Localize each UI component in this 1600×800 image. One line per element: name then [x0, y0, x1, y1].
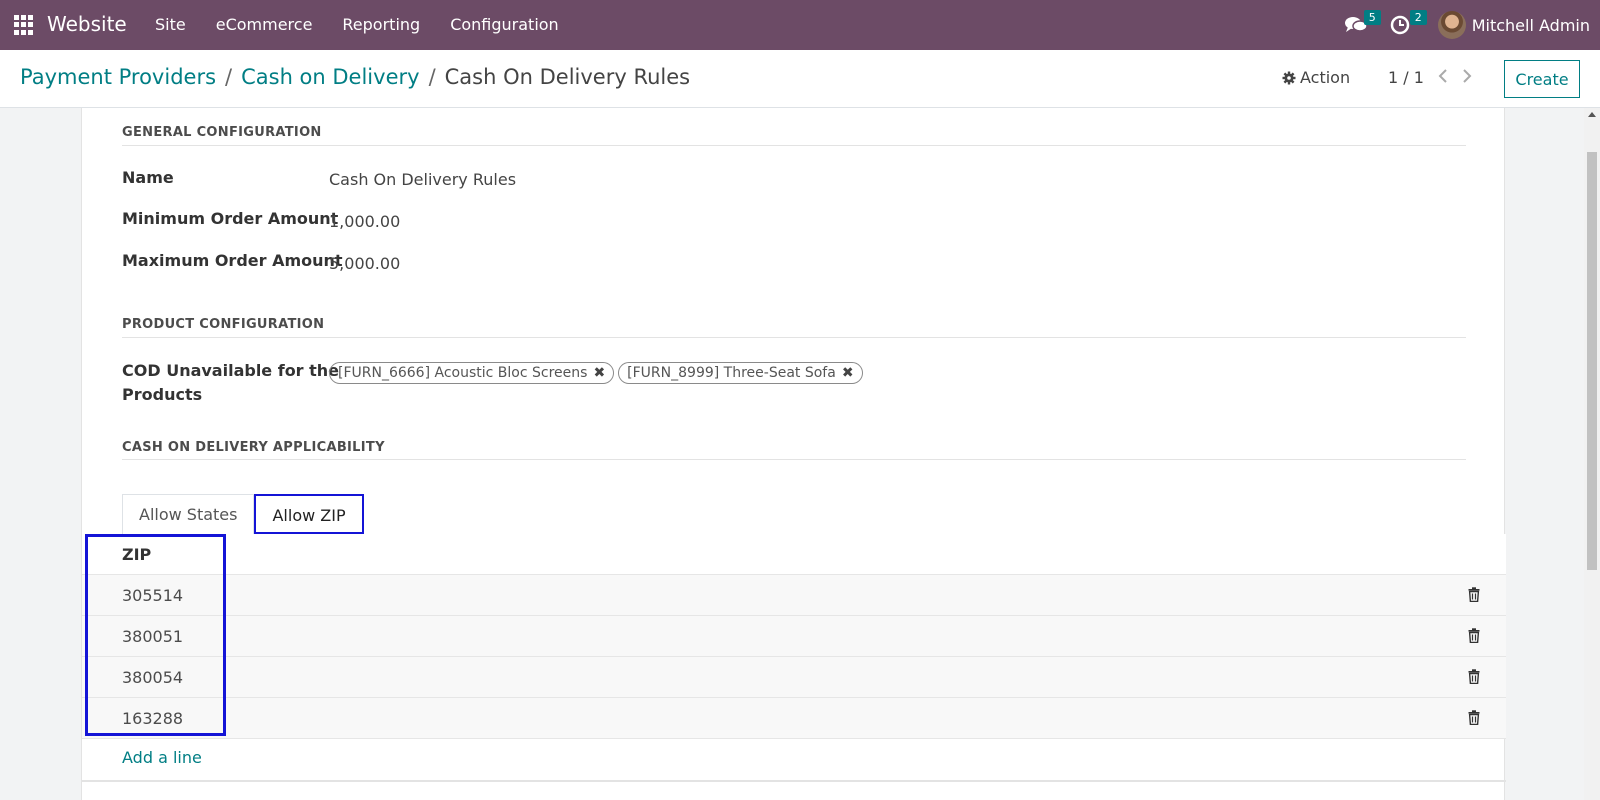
main-menu: Site eCommerce Reporting Configuration: [140, 0, 574, 50]
user-avatar[interactable]: [1437, 11, 1466, 39]
zip-cell[interactable]: 305514: [122, 575, 183, 616]
tab-allow-states[interactable]: Allow States: [122, 494, 255, 534]
table-header-row: ZIP: [82, 534, 1506, 575]
name-field[interactable]: Cash On Delivery Rules: [329, 170, 516, 189]
add-line-link[interactable]: Add a line: [122, 748, 202, 767]
vertical-scrollbar[interactable]: [1584, 108, 1600, 800]
name-label: Name: [122, 168, 174, 187]
zip-cell[interactable]: 380051: [122, 616, 183, 657]
control-panel: Payment Providers / Cash on Delivery / C…: [0, 50, 1600, 108]
products-many2many-tags[interactable]: [FURN_6666] Acoustic Bloc Screens ✖ [FUR…: [329, 362, 863, 384]
cod-applicability-title: CASH ON DELIVERY APPLICABILITY: [122, 440, 385, 455]
table-row[interactable]: 380051: [82, 616, 1506, 657]
pager-value[interactable]: 1 / 1: [1388, 68, 1424, 87]
chevron-left-icon[interactable]: [1438, 68, 1448, 84]
breadcrumb-separator: /: [428, 65, 436, 89]
pager-nav: [1438, 68, 1472, 84]
table-row[interactable]: 163288: [82, 698, 1506, 739]
min-amount-field[interactable]: 1,000.00: [329, 212, 400, 231]
messaging-menu[interactable]: 5: [1344, 0, 1381, 50]
user-name[interactable]: Mitchell Admin: [1472, 16, 1590, 35]
clock-icon: [1390, 15, 1409, 35]
activity-menu[interactable]: 2: [1390, 0, 1427, 50]
remove-tag-icon[interactable]: ✖: [593, 365, 605, 381]
action-label: Action: [1300, 68, 1351, 87]
form-sheet: GENERAL CONFIGURATION Name Cash On Deliv…: [81, 108, 1506, 800]
section-divider: [122, 459, 1466, 460]
trash-icon[interactable]: [1468, 669, 1480, 684]
breadcrumb-separator: /: [225, 65, 233, 89]
product-tag-label: [FURN_8999] Three-Seat Sofa: [627, 365, 836, 381]
breadcrumb: Payment Providers / Cash on Delivery / C…: [20, 65, 690, 89]
zip-table: ZIP 305514 380051 380054 163288: [82, 534, 1506, 739]
sheet-bottom-border: [82, 780, 1506, 782]
menu-site[interactable]: Site: [140, 0, 201, 50]
breadcrumb-current: Cash On Delivery Rules: [444, 65, 691, 89]
product-configuration-title: PRODUCT CONFIGURATION: [122, 317, 325, 332]
min-amount-label: Minimum Order Amount: [122, 209, 339, 228]
zip-cell[interactable]: 380054: [122, 657, 183, 698]
cod-unavailable-label-line2: Products: [122, 385, 203, 404]
menu-configuration[interactable]: Configuration: [435, 0, 574, 50]
tab-allow-zip[interactable]: Allow ZIP: [254, 494, 364, 534]
create-button[interactable]: Create: [1504, 60, 1580, 98]
systray: 5 2 Mitchell Admin: [1344, 0, 1600, 50]
gear-icon: [1282, 71, 1296, 84]
menu-reporting[interactable]: Reporting: [327, 0, 435, 50]
product-tag: [FURN_6666] Acoustic Bloc Screens ✖: [329, 362, 615, 384]
zip-cell[interactable]: 163288: [122, 698, 183, 739]
apps-menu-icon[interactable]: [14, 15, 34, 35]
product-tag: [FURN_8999] Three-Seat Sofa ✖: [618, 362, 863, 384]
app-name[interactable]: Website: [47, 12, 127, 36]
table-row[interactable]: 305514: [82, 575, 1506, 616]
max-amount-field[interactable]: 5,000.00: [329, 254, 400, 273]
zip-column-header[interactable]: ZIP: [122, 534, 151, 575]
remove-tag-icon[interactable]: ✖: [842, 365, 854, 381]
product-tag-label: [FURN_6666] Acoustic Bloc Screens: [338, 365, 588, 381]
activities-badge: 2: [1409, 10, 1427, 25]
table-row[interactable]: 380054: [82, 657, 1506, 698]
trash-icon[interactable]: [1468, 587, 1480, 602]
general-configuration-title: GENERAL CONFIGURATION: [122, 125, 322, 140]
cod-unavailable-label-line1: COD Unavailable for the: [122, 361, 340, 380]
scroll-thumb[interactable]: [1587, 152, 1597, 570]
trash-icon[interactable]: [1468, 628, 1480, 643]
breadcrumb-payment-providers[interactable]: Payment Providers: [20, 65, 216, 89]
top-navbar: Website Site eCommerce Reporting Configu…: [0, 0, 1600, 50]
breadcrumb-cash-on-delivery[interactable]: Cash on Delivery: [241, 65, 419, 89]
section-divider: [122, 337, 1466, 338]
section-divider: [122, 145, 1466, 146]
notebook-tabs: Allow States Allow ZIP: [122, 494, 364, 534]
messages-badge: 5: [1363, 10, 1381, 25]
action-button[interactable]: Action: [1282, 68, 1350, 87]
chevron-right-icon[interactable]: [1462, 68, 1472, 84]
menu-ecommerce[interactable]: eCommerce: [201, 0, 328, 50]
max-amount-label: Maximum Order Amount: [122, 251, 343, 270]
scroll-up-arrow-icon[interactable]: [1588, 112, 1596, 117]
trash-icon[interactable]: [1468, 710, 1480, 725]
